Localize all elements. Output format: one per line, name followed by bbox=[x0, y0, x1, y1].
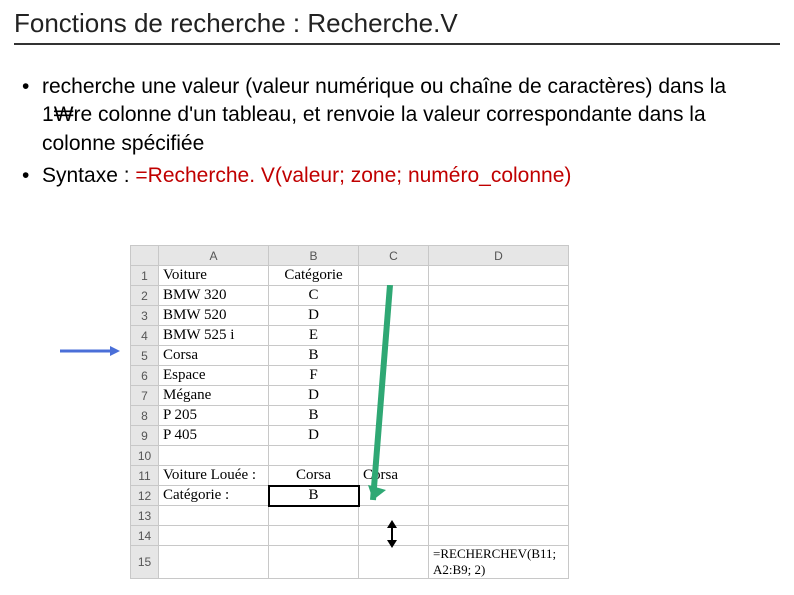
cell bbox=[429, 446, 569, 466]
cell bbox=[359, 546, 429, 579]
cell: C bbox=[269, 286, 359, 306]
cell bbox=[359, 386, 429, 406]
bullet-item: • Syntaxe : =Recherche. V(valeur; zone; … bbox=[22, 162, 780, 190]
cell: P 405 bbox=[159, 426, 269, 446]
cell bbox=[429, 506, 569, 526]
cell bbox=[359, 526, 429, 546]
cell bbox=[359, 506, 429, 526]
cell bbox=[359, 266, 429, 286]
bullet-dot: • bbox=[22, 73, 42, 158]
row-header: 1 bbox=[131, 266, 159, 286]
cell bbox=[429, 406, 569, 426]
row-header: 11 bbox=[131, 466, 159, 486]
cell: F bbox=[269, 366, 359, 386]
cell bbox=[269, 526, 359, 546]
cell: E bbox=[269, 326, 359, 346]
page-title: Fonctions de recherche : Recherche.V bbox=[14, 8, 780, 45]
cell bbox=[269, 506, 359, 526]
formula-cell: =RECHERCHEV(B11; A2:B9; 2) bbox=[429, 546, 569, 579]
cell: BMW 320 bbox=[159, 286, 269, 306]
cell bbox=[359, 366, 429, 386]
cell bbox=[429, 386, 569, 406]
cell: Voiture Louée : bbox=[159, 466, 269, 486]
cell bbox=[429, 266, 569, 286]
highlight-cell: B bbox=[269, 486, 359, 506]
cell bbox=[359, 486, 429, 506]
row-header: 2 bbox=[131, 286, 159, 306]
cell bbox=[359, 326, 429, 346]
row-header: 8 bbox=[131, 406, 159, 426]
cell: Corsa bbox=[269, 466, 359, 486]
row-header: 4 bbox=[131, 326, 159, 346]
cell bbox=[359, 426, 429, 446]
cell: Catégorie bbox=[269, 266, 359, 286]
bullet-text: Syntaxe : =Recherche. V(valeur; zone; nu… bbox=[42, 162, 571, 190]
cell bbox=[429, 286, 569, 306]
row-header: 7 bbox=[131, 386, 159, 406]
cell bbox=[429, 526, 569, 546]
row-header: 10 bbox=[131, 446, 159, 466]
cell: D bbox=[269, 386, 359, 406]
corner-header bbox=[131, 246, 159, 266]
bullet-text: recherche une valeur (valeur numérique o… bbox=[42, 73, 780, 158]
cell: BMW 525 i bbox=[159, 326, 269, 346]
row-header: 13 bbox=[131, 506, 159, 526]
cell bbox=[429, 346, 569, 366]
cell: B bbox=[269, 406, 359, 426]
col-header: D bbox=[429, 246, 569, 266]
row-header: 15 bbox=[131, 546, 159, 579]
cell bbox=[359, 406, 429, 426]
cell bbox=[429, 306, 569, 326]
bullet-item: • recherche une valeur (valeur numérique… bbox=[22, 73, 780, 158]
cell: B bbox=[269, 346, 359, 366]
cell: Corsa bbox=[159, 346, 269, 366]
spreadsheet: A B C D 1VoitureCatégorie 2BMW 320C 3BMW… bbox=[130, 245, 590, 579]
cell bbox=[359, 446, 429, 466]
cell bbox=[359, 346, 429, 366]
blue-arrow-icon bbox=[60, 346, 120, 356]
row-header: 14 bbox=[131, 526, 159, 546]
slide: Fonctions de recherche : Recherche.V • r… bbox=[0, 0, 794, 595]
col-header: B bbox=[269, 246, 359, 266]
row-header: 9 bbox=[131, 426, 159, 446]
cell: Corsa bbox=[359, 466, 429, 486]
col-header: C bbox=[359, 246, 429, 266]
bullet-dot: • bbox=[22, 162, 42, 190]
sheet-table: A B C D 1VoitureCatégorie 2BMW 320C 3BMW… bbox=[130, 245, 569, 579]
cell: Catégorie : bbox=[159, 486, 269, 506]
cell bbox=[269, 546, 359, 579]
row-header: 3 bbox=[131, 306, 159, 326]
cell bbox=[429, 366, 569, 386]
cell: Espace bbox=[159, 366, 269, 386]
cell bbox=[429, 466, 569, 486]
col-header: A bbox=[159, 246, 269, 266]
syntax-red: =Recherche. V(valeur; zone; numéro_colon… bbox=[135, 164, 571, 187]
bullet-list: • recherche une valeur (valeur numérique… bbox=[14, 73, 780, 190]
cell: Voiture bbox=[159, 266, 269, 286]
cell: D bbox=[269, 426, 359, 446]
row-header: 12 bbox=[131, 486, 159, 506]
row-header: 6 bbox=[131, 366, 159, 386]
cell bbox=[159, 446, 269, 466]
row-header: 5 bbox=[131, 346, 159, 366]
cell bbox=[159, 506, 269, 526]
cell: Mégane bbox=[159, 386, 269, 406]
cell bbox=[359, 286, 429, 306]
cell bbox=[159, 526, 269, 546]
cell bbox=[359, 306, 429, 326]
cell bbox=[429, 426, 569, 446]
cell bbox=[429, 326, 569, 346]
cell: BMW 520 bbox=[159, 306, 269, 326]
cell: P 205 bbox=[159, 406, 269, 426]
cell bbox=[159, 546, 269, 579]
cell bbox=[429, 486, 569, 506]
cell: D bbox=[269, 306, 359, 326]
cell bbox=[269, 446, 359, 466]
